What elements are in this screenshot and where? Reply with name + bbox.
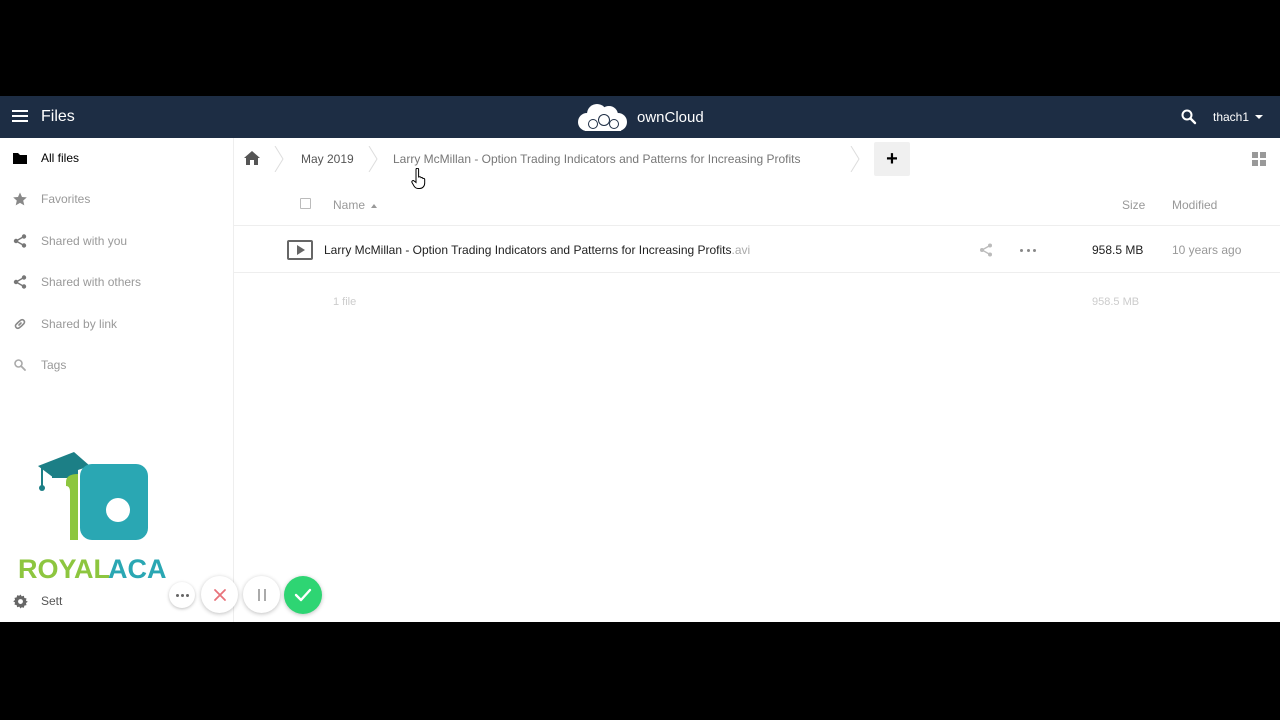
- search-icon[interactable]: [1180, 108, 1198, 126]
- sidebar-item-shared-with-you[interactable]: Shared with you: [0, 221, 233, 261]
- file-name[interactable]: Larry McMillan - Option Trading Indicato…: [324, 243, 750, 257]
- table-row[interactable]: Larry McMillan - Option Trading Indicato…: [234, 227, 1280, 273]
- file-basename: Larry McMillan - Option Trading Indicato…: [324, 243, 732, 257]
- home-icon[interactable]: [244, 151, 260, 167]
- share-icon[interactable]: [979, 243, 993, 257]
- sidebar-item-label: Shared with you: [41, 234, 128, 248]
- grid-view-icon[interactable]: [1252, 152, 1266, 166]
- sidebar-item-label: All files: [41, 151, 80, 165]
- brand-logo[interactable]: ownCloud: [573, 101, 704, 133]
- plus-icon: +: [886, 147, 898, 170]
- recorder-cancel-button[interactable]: [201, 576, 238, 613]
- column-header-modified[interactable]: Modified: [1172, 198, 1217, 212]
- summary-file-count: 1 file: [333, 296, 357, 308]
- file-extension: .avi: [731, 243, 751, 257]
- summary-total-size: 958.5 MB: [1092, 296, 1140, 308]
- column-header-size[interactable]: Size: [1122, 198, 1145, 212]
- hand-cursor-icon: [411, 168, 426, 189]
- breadcrumb-separator: [368, 146, 378, 172]
- sidebar-item-tags[interactable]: Tags: [0, 345, 233, 385]
- recorder-pause-button[interactable]: [243, 576, 280, 613]
- sidebar-item-all-files[interactable]: All files: [0, 138, 233, 178]
- sidebar-item-favorites[interactable]: Favorites: [0, 179, 233, 219]
- sidebar-item-shared-by-link[interactable]: Shared by link: [0, 304, 233, 344]
- close-icon: [213, 588, 226, 601]
- tag-search-icon: [12, 357, 28, 373]
- check-icon: [294, 588, 312, 602]
- share-icon: [12, 233, 28, 249]
- user-menu[interactable]: thach1: [1213, 110, 1264, 124]
- dot-icon: [175, 593, 179, 597]
- dot-icon: [185, 593, 189, 597]
- top-header: Files ownCloud thach1: [0, 96, 1280, 138]
- more-actions-icon[interactable]: [1020, 243, 1036, 257]
- breadcrumb-separator: [850, 146, 860, 172]
- username: thach1: [1213, 110, 1250, 124]
- file-size: 958.5 MB: [1092, 243, 1144, 257]
- royalaca-logo: ROYAL ACA: [18, 452, 167, 582]
- sidebar-item-label: Tags: [41, 358, 67, 372]
- table-header: Name Size Modified: [234, 180, 1280, 226]
- sort-ascending-icon: [371, 203, 378, 208]
- dot-icon: [180, 593, 184, 597]
- column-header-name[interactable]: Name: [333, 198, 378, 212]
- link-icon: [12, 316, 28, 332]
- breadcrumb-separator: [274, 146, 284, 172]
- owncloud-window: Files ownCloud thach1 All files Favorite…: [0, 96, 1280, 622]
- sidebar-item-shared-with-others[interactable]: Shared with others: [0, 262, 233, 302]
- cloud-logo-icon: [578, 104, 627, 131]
- sidebar-item-label: Shared by link: [41, 317, 118, 331]
- star-icon: [12, 191, 28, 207]
- sidebar-item-label: Shared with others: [41, 275, 142, 289]
- pause-icon: [257, 588, 266, 601]
- brand-name: ownCloud: [637, 108, 704, 126]
- svg-text:ACA: ACA: [108, 554, 167, 582]
- hamburger-menu-icon[interactable]: [12, 110, 28, 124]
- new-file-button[interactable]: +: [874, 142, 910, 176]
- sidebar-item-label: Favorites: [41, 192, 91, 206]
- chevron-down-icon: [1255, 115, 1264, 119]
- video-file-icon: [287, 240, 313, 260]
- sidebar: All files Favorites Shared with you Shar…: [0, 138, 234, 622]
- breadcrumb: May 2019 Larry McMillan - Option Trading…: [234, 138, 934, 180]
- file-list-area: May 2019 Larry McMillan - Option Trading…: [234, 138, 1280, 622]
- settings-label: Sett: [41, 594, 63, 608]
- breadcrumb-item-may-2019[interactable]: May 2019: [301, 152, 354, 166]
- recorder-confirm-button[interactable]: [284, 576, 322, 614]
- settings-button[interactable]: Sett: [0, 584, 120, 618]
- recorder-more-button[interactable]: [169, 582, 195, 608]
- svg-text:ROYAL: ROYAL: [18, 554, 110, 582]
- app-title: Files: [41, 108, 75, 125]
- gear-icon: [12, 593, 28, 609]
- select-all-checkbox[interactable]: [300, 198, 311, 209]
- folder-icon: [12, 150, 28, 166]
- share-icon: [12, 274, 28, 290]
- breadcrumb-item-current-folder[interactable]: Larry McMillan - Option Trading Indicato…: [393, 152, 801, 166]
- column-label: Name: [333, 198, 366, 212]
- file-modified: 10 years ago: [1172, 243, 1242, 257]
